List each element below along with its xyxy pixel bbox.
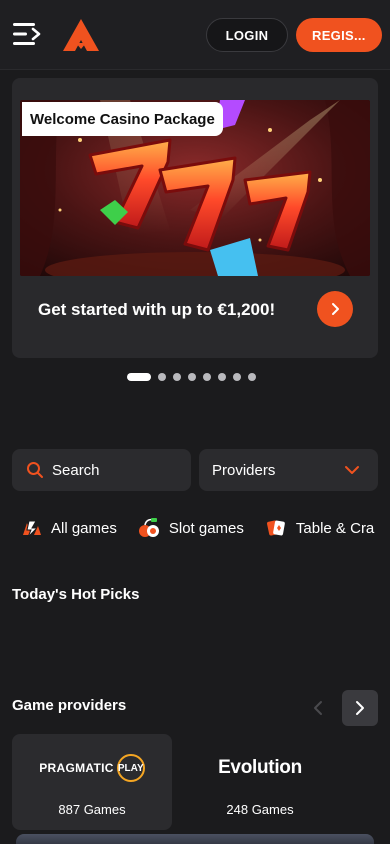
carousel-dot[interactable]: [127, 373, 151, 381]
register-button[interactable]: REGIS...: [296, 18, 382, 52]
game-providers-title: Game providers: [12, 697, 127, 714]
tab-label: Slot games: [168, 519, 244, 537]
promo-banner[interactable]: Welcome Casino Package Get started with …: [12, 78, 378, 358]
pragmatic-play-logo: PRAGMATIC PLAY: [12, 748, 172, 788]
cards-icon: [266, 520, 285, 536]
carousel-dot[interactable]: [248, 373, 256, 381]
providers-label: Providers: [212, 461, 276, 479]
banner-headline: Get started with up to €1,200!: [38, 300, 276, 319]
chevron-right-icon: [332, 303, 339, 315]
slot-machine-icon: [138, 518, 159, 537]
provider-game-count: 248 Games: [226, 802, 294, 817]
game-card-peek[interactable]: [16, 834, 374, 844]
carousel-dot[interactable]: [218, 373, 226, 381]
providers-next-button[interactable]: [342, 690, 378, 726]
evolution-logo: Evolution: [218, 757, 302, 778]
provider-card-pragmatic[interactable]: PRAGMATIC PLAY 887 Games: [12, 734, 172, 830]
brand-logo-icon[interactable]: [62, 18, 100, 52]
menu-icon[interactable]: [12, 20, 44, 48]
hot-picks-title: Today's Hot Picks: [12, 586, 140, 603]
banner-tag: Welcome Casino Package: [22, 102, 223, 136]
category-tabs: All games Slot games Table & Cra: [20, 514, 390, 542]
chevron-right-icon: [356, 701, 364, 715]
chevron-down-icon: [345, 466, 359, 474]
provider-game-count: 887 Games: [58, 802, 126, 817]
search-icon: [27, 462, 43, 478]
tab-label: All games: [51, 519, 117, 537]
login-button[interactable]: LOGIN: [206, 18, 288, 52]
tab-all-games[interactable]: All games: [20, 517, 117, 539]
carousel-dot[interactable]: [203, 373, 211, 381]
provider-card-evolution[interactable]: Evolution 248 Games: [180, 734, 340, 830]
tab-label: Table & Cra: [295, 519, 375, 537]
carousel-pagination: [127, 373, 263, 381]
tab-slot-games[interactable]: Slot games: [138, 517, 244, 539]
carousel-dot[interactable]: [188, 373, 196, 381]
carousel-dot[interactable]: [158, 373, 166, 381]
tab-table-games[interactable]: Table & Cra: [265, 517, 374, 539]
top-header: LOGIN REGIS...: [0, 0, 390, 70]
providers-prev-button[interactable]: [302, 690, 334, 726]
carousel-dot[interactable]: [173, 373, 181, 381]
carousel-dot[interactable]: [233, 373, 241, 381]
chevron-left-icon: [314, 701, 322, 715]
all-games-icon: [23, 520, 41, 538]
search-input[interactable]: Search: [12, 449, 191, 491]
providers-dropdown[interactable]: Providers: [199, 449, 378, 491]
banner-next-button[interactable]: [317, 291, 353, 327]
search-label: Search: [52, 461, 100, 479]
